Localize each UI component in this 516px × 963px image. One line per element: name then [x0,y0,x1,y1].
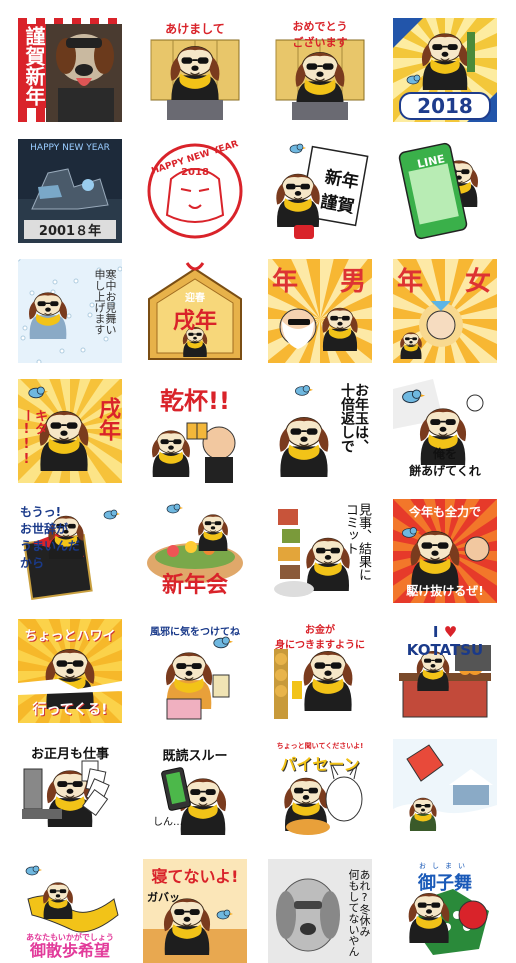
sticker-caption: 年 [397,267,424,297]
sticker-caption: ちょっとハワイ [24,629,116,644]
sticker-caption: お年玉は、 十倍返しで [339,383,369,453]
sticker-caption: KOTATSU [406,641,484,659]
sticker-caption: 俺を 餅あげてくれ [409,447,481,478]
sticker-4[interactable]: 2018 [393,18,497,122]
sticker-caption: 行ってくる! [32,702,108,718]
sticker-22[interactable]: 風邪に気をつけてね [143,619,247,723]
sticker-caption: 年 [272,267,299,297]
sticker-1[interactable]: 謹賀新年 [18,18,122,122]
sticker-caption: 乾杯!! [160,387,230,415]
sticker-12[interactable]: 年女 [393,259,497,363]
sticker-caption: 御子舞 [418,873,472,894]
kite-in-snow-icon [393,739,497,843]
sticker-caption: あれ?冬休み 何もしてないやん [347,869,371,957]
sticker-caption: おめでとう ございます [292,20,348,49]
sticker-caption: 新年 謹賀 [318,167,361,218]
sticker-2[interactable]: あけまして [143,18,247,122]
sticker-caption: 寝てないよ! [151,867,239,886]
sticker-7[interactable]: 新年 謹賀 [268,139,372,243]
sticker-caption: 男 [339,267,366,297]
sticker-caption: 今年も全力で [408,505,481,519]
sticker-caption: 駆け抜けるぜ! [406,584,484,598]
sticker-32[interactable]: 御子舞 おしまい [393,859,497,963]
sticker-caption: 2001８年 [24,220,116,239]
sticker-caption: お金が 身につきますように [275,625,365,651]
sticker-20[interactable]: 今年も全力で 駆け抜けるぜ! [393,499,497,603]
sticker-18[interactable]: 新年会 [143,499,247,603]
sticker-29[interactable]: あなたもいかがでしょう 御散歩希望 [18,859,122,963]
sticker-11[interactable]: 年男 [268,259,372,363]
sticker-17[interactable]: もうっ! お世辞が うまいんだから [18,499,122,603]
sticker-caption: 戌年 [172,309,217,334]
sticker-21[interactable]: ちょっとハワイ 行ってくる! [18,619,122,723]
kotatsu-heading: I ♥ KOTATSU [393,623,497,659]
sticker-caption: HAPPY NEW YEAR [30,143,110,153]
sticker-caption: 迎春 [185,293,205,304]
sticker-15[interactable]: お年玉は、 十倍返しで [268,379,372,483]
sticker-caption: おしまい [419,862,471,870]
sticker-14[interactable]: 乾杯!! [143,379,247,483]
sticker-caption: 寒中お見舞い 申し上げます [93,269,117,335]
sticker-25[interactable]: お正月も仕事 [18,739,122,843]
sticker-caption: パイセーン [280,755,360,774]
sticker-26[interactable]: 既読スルーしん… [143,739,247,843]
sticker-caption: ガバッ [147,891,180,904]
sticker-caption: あけまして [165,22,225,36]
sticker-19[interactable]: 見事、結果に コミット [268,499,372,603]
sticker-caption: もうっ! お世辞が うまいんだから [20,505,81,570]
sticker-caption: 新年会 [161,573,228,598]
sticker-grid: 謹賀新年 あけまして おめでとう ございます 2018 HAPPY NEW YE… [0,0,516,963]
sticker-caption: 女 [464,267,491,297]
sticker-caption: 見事、結果に コミット [343,503,371,581]
sticker-caption: お正月も仕事 [30,747,109,762]
sticker-caption: I [432,623,439,641]
sticker-caption: 戌年 [95,397,120,441]
sticker-caption: 謹賀新年 [22,24,46,108]
sticker-caption: 2018 [181,167,209,178]
sticker-caption: 御散歩希望 [29,941,110,960]
sticker-30[interactable]: 寝てないよ! ガバッ [143,859,247,963]
sticker-31[interactable]: あれ?冬休み 何もしてないやん [268,859,372,963]
sticker-caption: 風邪に気をつけてね [150,627,240,638]
sticker-16[interactable]: 俺を 餅あげてくれ [393,379,497,483]
sticker-caption: しん… [153,817,183,828]
sticker-8[interactable]: LINE [393,139,497,243]
sticker-9[interactable]: 寒中お見舞い 申し上げます [18,259,122,363]
sticker-6[interactable]: HAPPY NEW YEAR 2018 [143,139,247,243]
sticker-caption: ちょっと聞いてくださいよ! [276,742,364,750]
sticker-caption: キター!!! [19,409,47,467]
sticker-24[interactable]: I ♥ KOTATSU [393,619,497,723]
sticker-27[interactable]: ちょっと聞いてくださいよ! パイセーン [268,739,372,843]
sticker-28[interactable] [393,739,497,843]
sticker-5[interactable]: HAPPY NEW YEAR 2001８年 [18,139,122,243]
sticker-23[interactable]: お金が 身につきますように [268,619,372,723]
sticker-10[interactable]: 迎春 戌年 [143,259,247,363]
heart-icon: ♥ [443,623,458,641]
sticker-caption: 既読スルー [162,749,228,764]
sticker-13[interactable]: キター!!! 戌年 [18,379,122,483]
sticker-3[interactable]: おめでとう ございます [268,18,372,122]
sticker-caption: 2018 [399,92,491,120]
